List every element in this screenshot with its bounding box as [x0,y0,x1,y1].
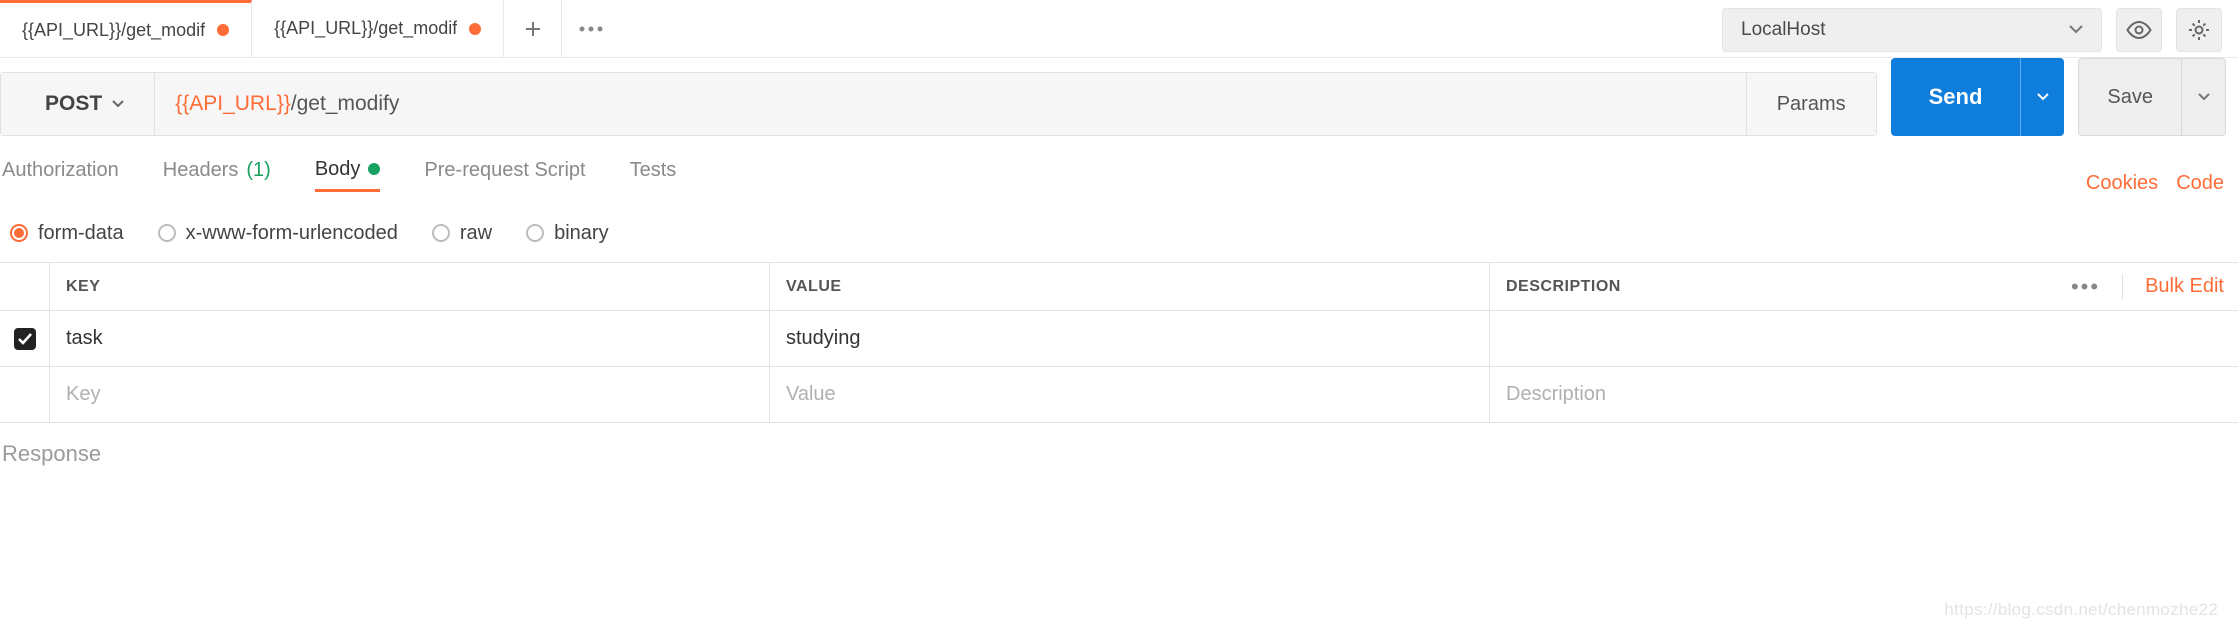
caret-down-icon [2198,93,2210,102]
url-input[interactable]: {{API_URL}}/get_modify [155,73,1746,135]
request-section-tabs: Authorization Headers (1) Body Pre-reque… [0,146,2238,204]
header-right-controls: LocalHost [1722,8,2222,52]
key-input[interactable]: Key [66,383,100,406]
cookies-link[interactable]: Cookies [2086,172,2158,195]
radio-icon [526,224,544,242]
check-icon [17,332,33,346]
radio-raw[interactable]: raw [432,222,492,245]
watermark: https://blog.csdn.net/chenmozhe22 [1944,600,2218,620]
description-input[interactable]: Description [1506,383,1606,406]
tab-headers[interactable]: Headers (1) [163,159,271,190]
unsaved-dot-icon [217,24,229,36]
table-row: task studying [0,311,2238,367]
unsaved-dot-icon [469,23,481,35]
table-columns-button[interactable]: ••• [2071,274,2100,300]
save-group: Save [2078,58,2226,136]
eye-icon [2126,21,2152,39]
settings-button[interactable] [2176,8,2222,52]
body-type-row: form-data x-www-form-urlencoded raw bina… [0,204,2238,262]
bulk-edit-link[interactable]: Bulk Edit [2145,275,2224,298]
radio-label: raw [460,222,492,245]
radio-icon [158,224,176,242]
tab-body-label: Body [315,158,361,181]
col-description-header: DESCRIPTION [1506,278,1621,296]
new-tab-button[interactable] [504,0,562,57]
body-active-dot-icon [368,163,380,175]
http-method-label: POST [45,92,102,116]
table-header-actions: ••• Bulk Edit [2071,263,2224,310]
tabbar: {{API_URL}}/get_modif {{API_URL}}/get_mo… [0,0,2238,58]
url-path: /get_modify [291,92,400,116]
save-button[interactable]: Save [2078,58,2182,136]
col-value-header: VALUE [786,278,842,296]
environment-select[interactable]: LocalHost [1722,8,2102,52]
code-link[interactable]: Code [2176,172,2224,195]
tab-prerequest[interactable]: Pre-request Script [424,159,585,190]
col-key-header: KEY [66,278,100,296]
radio-icon [10,224,28,242]
send-dropdown-button[interactable] [2020,58,2064,136]
radio-form-data[interactable]: form-data [10,222,124,245]
caret-down-icon [2037,93,2049,102]
tab-tests[interactable]: Tests [630,159,677,190]
gear-icon [2187,18,2211,42]
caret-down-icon [112,100,124,109]
tab-options-button[interactable] [562,0,620,57]
tab-request-1[interactable]: {{API_URL}}/get_modif [0,0,252,57]
tab-label: {{API_URL}}/get_modif [274,18,457,39]
plus-icon [523,19,543,39]
section-right-links: Cookies Code [2086,172,2224,195]
divider-icon [2122,274,2123,300]
url-variable: {{API_URL}} [175,92,291,116]
save-dropdown-button[interactable] [2182,58,2226,136]
http-method-select[interactable]: POST [1,73,155,135]
radio-label: binary [554,222,608,245]
row-checkbox-placeholder [0,367,50,422]
row-checkbox[interactable] [14,328,36,350]
col-check-header [0,263,50,310]
environment-label: LocalHost [1741,19,1826,41]
radio-binary[interactable]: binary [526,222,608,245]
table-row-new: Key Value Description [0,367,2238,423]
send-button[interactable]: Send [1891,58,2021,136]
form-data-table: KEY VALUE DESCRIPTION ••• Bulk Edit task… [0,262,2238,423]
tab-headers-label: Headers [163,159,239,182]
caret-down-icon [2069,25,2083,35]
table-header: KEY VALUE DESCRIPTION ••• Bulk Edit [0,263,2238,311]
params-label: Params [1777,93,1846,116]
radio-label: form-data [38,222,124,245]
radio-urlencoded[interactable]: x-www-form-urlencoded [158,222,398,245]
tab-request-2[interactable]: {{API_URL}}/get_modif [252,0,504,57]
params-button[interactable]: Params [1746,73,1876,135]
tab-body[interactable]: Body [315,158,381,192]
send-group: Send [1891,58,2065,136]
tab-label: {{API_URL}}/get_modif [22,20,205,41]
radio-label: x-www-form-urlencoded [186,222,398,245]
headers-count: (1) [246,159,270,182]
tab-authorization[interactable]: Authorization [2,159,119,190]
response-section-label: Response [0,423,2238,473]
value-input[interactable]: Value [786,383,836,406]
radio-icon [432,224,450,242]
row-value[interactable]: studying [786,327,861,350]
row-key[interactable]: task [66,327,103,350]
environment-quicklook-button[interactable] [2116,8,2162,52]
dots-icon [579,26,603,32]
